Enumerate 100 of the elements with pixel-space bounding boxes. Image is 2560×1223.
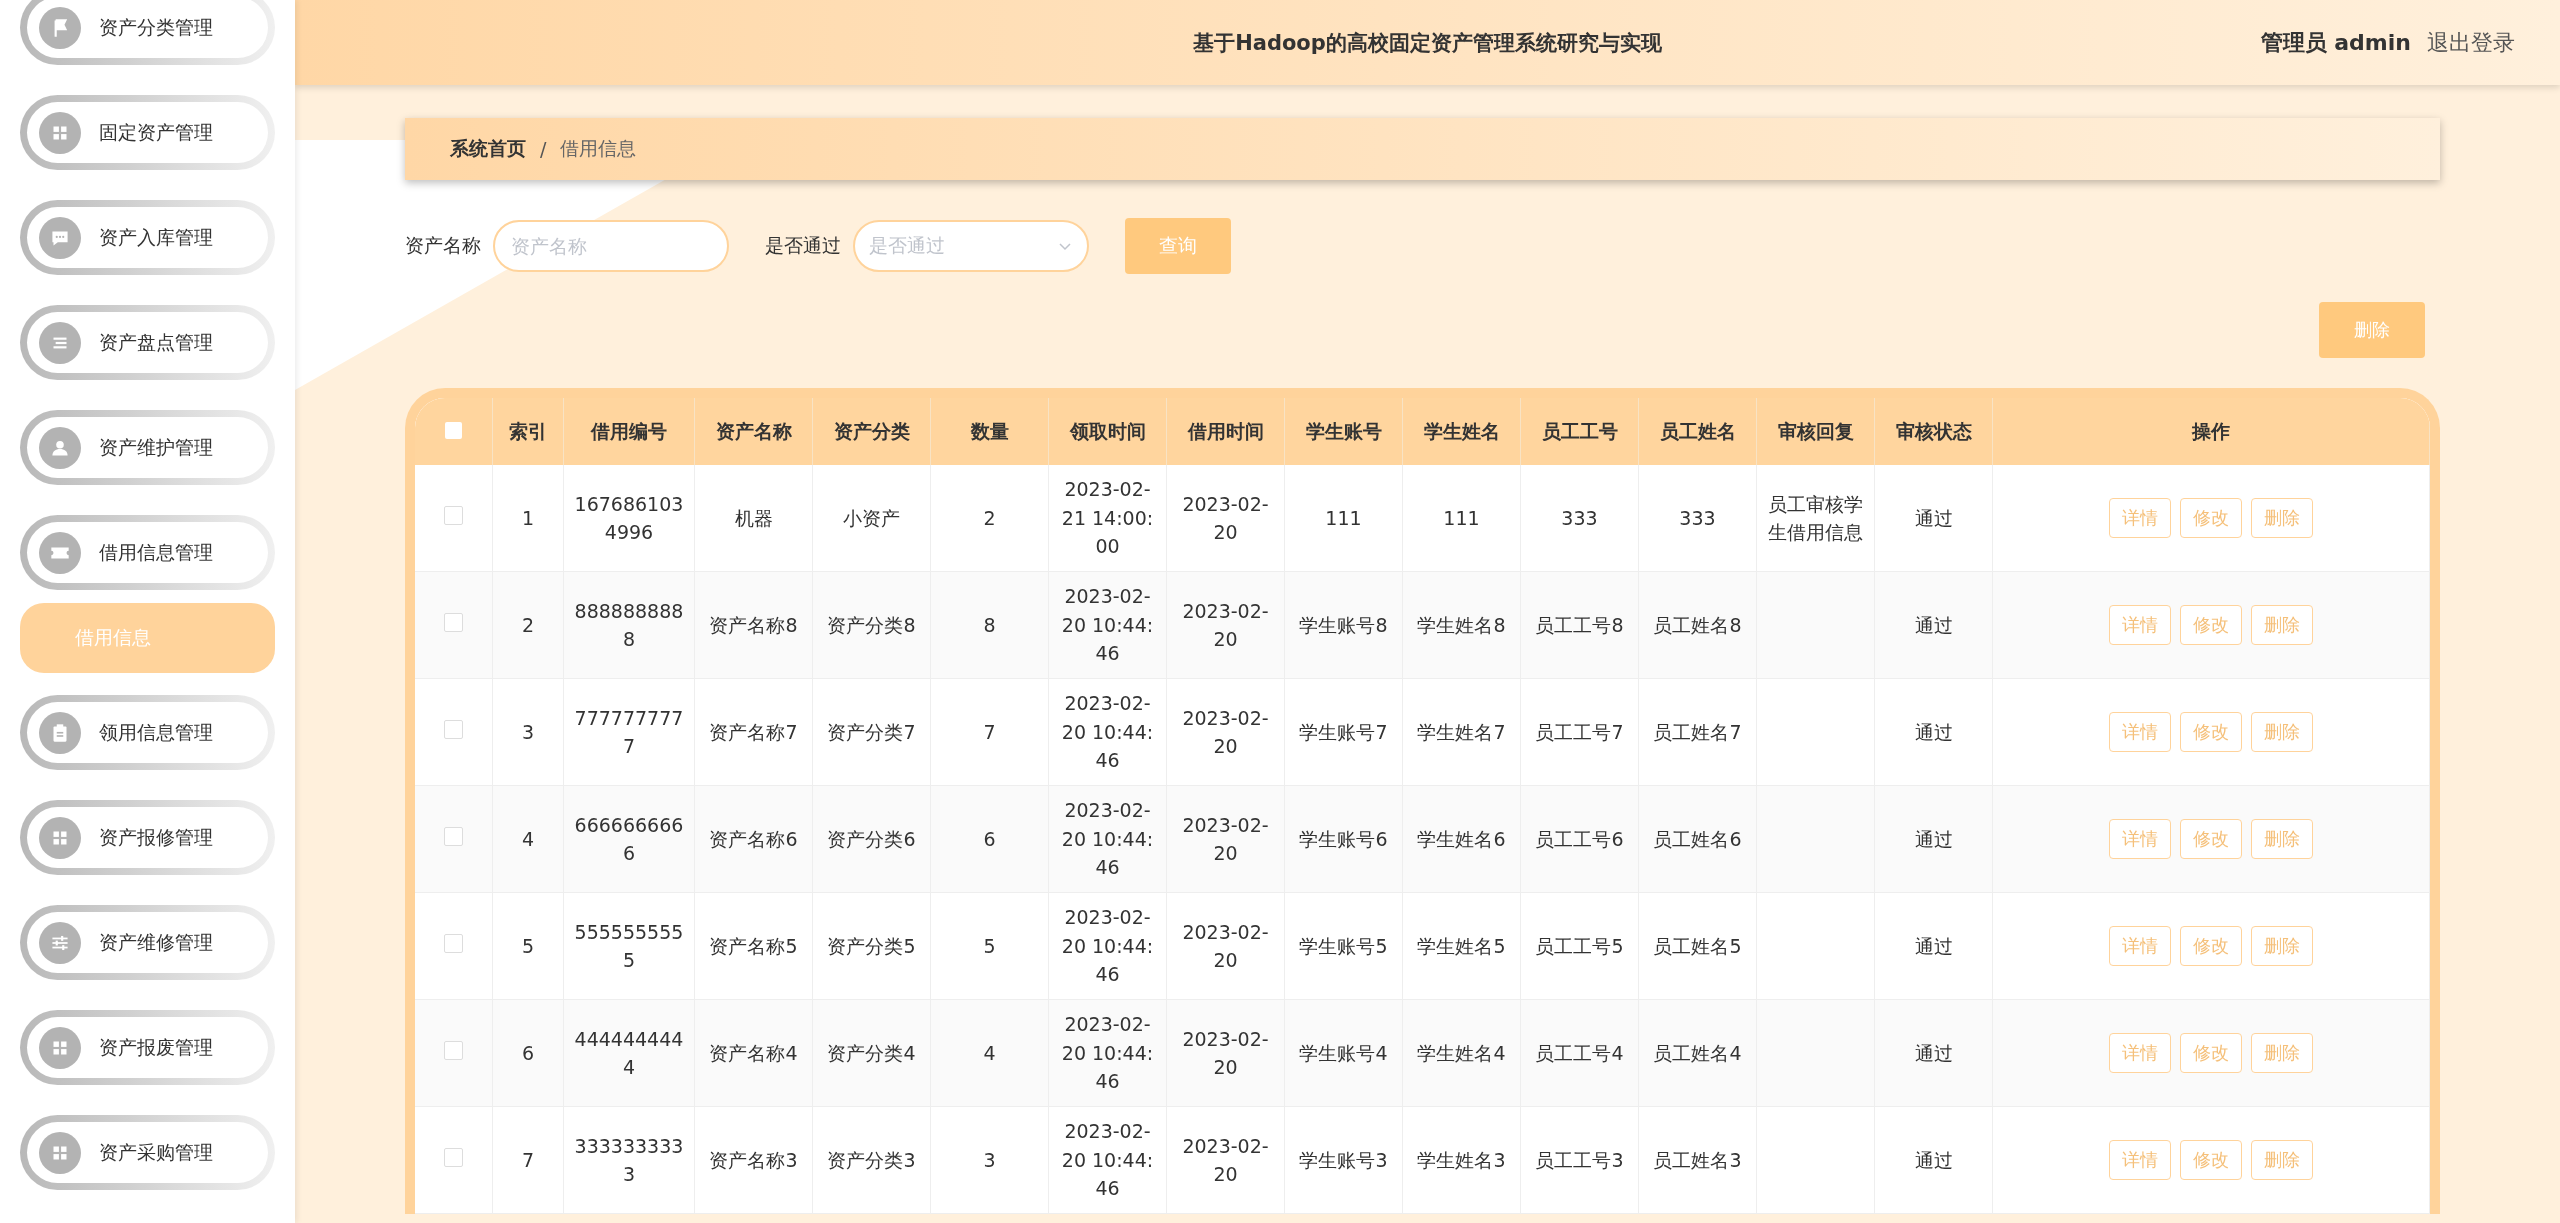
table-cell: 7 (983, 720, 996, 743)
table-cell: 2 (521, 613, 535, 636)
chat-icon (39, 216, 81, 259)
table-cell: 学生姓名4 (1417, 1041, 1506, 1064)
breadcrumb-link[interactable]: 系统首页 (450, 136, 526, 162)
table-cell: 资产名称3 (709, 1148, 798, 1171)
table-cell: 通过 (1914, 613, 1953, 636)
table-cell: 通过 (1914, 934, 1953, 957)
table-cell: 资产分类8 (827, 613, 916, 636)
flag-icon (39, 6, 81, 49)
grid-icon (39, 1131, 81, 1174)
input-field[interactable]: 资产名称 (493, 220, 729, 272)
sidebar-item[interactable]: 资产维护管理 (20, 410, 275, 485)
checkbox[interactable] (444, 933, 463, 953)
table-cell: 333 (1679, 506, 1716, 529)
action-button[interactable]: 详情 (2109, 819, 2171, 859)
sidebar-item[interactable]: 资产分类管理 (20, 0, 275, 65)
table-cell: 资产分类5 (827, 934, 916, 957)
column-header: 资产名称 (694, 398, 813, 465)
table-cell: 1676861034996 (574, 492, 684, 543)
table-cell: 通过 (1914, 720, 1953, 743)
sidebar-item[interactable]: 资产采购管理 (20, 1115, 275, 1190)
search-button[interactable]: 查询 (1125, 218, 1231, 274)
select-field[interactable]: 是否通过 (853, 220, 1089, 272)
table-cell: 学生姓名3 (1417, 1148, 1506, 1171)
column-header: 数量 (930, 398, 1049, 465)
checkbox[interactable] (444, 1040, 463, 1060)
table-cell: 学生姓名8 (1417, 613, 1506, 636)
checkbox[interactable] (444, 826, 463, 846)
action-button[interactable]: 修改 (2180, 712, 2242, 752)
action-button[interactable]: 删除 (2251, 926, 2313, 966)
sidebar-item[interactable]: 资产报废管理 (20, 1010, 275, 1085)
column-header: 学生姓名 (1402, 398, 1521, 465)
delete-button[interactable]: 删除 (2319, 302, 2425, 358)
sidebar-item[interactable]: 借用信息管理 (20, 515, 275, 590)
action-button[interactable]: 详情 (2109, 605, 2171, 645)
action-button[interactable]: 详情 (2109, 926, 2171, 966)
table-cell: 2023-02-20 10:44:46 (1061, 692, 1154, 772)
table-cell: 学生账号3 (1299, 1148, 1388, 1171)
table-cell: 8 (983, 613, 996, 636)
table-cell: 4 (983, 1041, 996, 1064)
sidebar-item[interactable]: 资产盘点管理 (20, 305, 275, 380)
checkbox[interactable] (444, 719, 463, 739)
action-button[interactable]: 删除 (2251, 1033, 2313, 1073)
logout-link[interactable]: 退出登录 (2427, 27, 2515, 58)
action-button[interactable]: 删除 (2251, 712, 2313, 752)
checkbox[interactable] (444, 612, 463, 632)
action-button[interactable]: 修改 (2180, 498, 2242, 538)
action-button[interactable]: 详情 (2109, 712, 2171, 752)
action-button[interactable]: 删除 (2251, 819, 2313, 859)
action-button[interactable]: 删除 (2251, 498, 2313, 538)
table-cell: 2023-02-21 14:00:00 (1061, 478, 1154, 558)
sidebar-item[interactable]: 资产报修管理 (20, 800, 275, 875)
table-cell: 员工工号8 (1535, 613, 1624, 636)
page-title: 基于Hadoop的高校固定资产管理系统研究与实现 (1193, 29, 1662, 57)
action-button[interactable]: 详情 (2109, 1033, 2171, 1073)
table-cell: 员工姓名5 (1653, 934, 1742, 957)
column-header: 审核回复 (1756, 398, 1875, 465)
sidebar-item[interactable]: 领用信息管理 (20, 695, 275, 770)
table-cell: 员工姓名4 (1653, 1041, 1742, 1064)
column-header: 学生账号 (1284, 398, 1403, 465)
table-cell: 学生账号7 (1299, 720, 1388, 743)
table-cell: 员工工号3 (1535, 1148, 1624, 1171)
action-button[interactable]: 删除 (2251, 1140, 2313, 1180)
table-cell: 3 (983, 1148, 996, 1171)
table-cell: 员工工号7 (1535, 720, 1624, 743)
checkbox[interactable] (445, 421, 462, 439)
table-cell: 2023-02-20 (1182, 492, 1269, 543)
table-cell: 5555555555 (574, 920, 684, 971)
action-button[interactable]: 修改 (2180, 605, 2242, 645)
table-cell: 通过 (1914, 506, 1953, 529)
table-cell: 员工姓名7 (1653, 720, 1742, 743)
table-cell: 学生账号8 (1299, 613, 1388, 636)
column-header: 借用时间 (1166, 398, 1285, 465)
sidebar-item[interactable]: 资产维修管理 (20, 905, 275, 980)
table-cell: 员工工号5 (1535, 934, 1624, 957)
table-cell: 资产分类7 (827, 720, 916, 743)
column-header: 借用编号 (563, 398, 695, 465)
action-button[interactable]: 详情 (2109, 1140, 2171, 1180)
action-button[interactable]: 修改 (2180, 819, 2242, 859)
sidebar-item[interactable]: 资产入库管理 (20, 200, 275, 275)
column-header: 索引 (492, 398, 564, 465)
sidebar-item[interactable]: 固定资产管理 (20, 95, 275, 170)
action-button[interactable]: 修改 (2180, 1140, 2242, 1180)
grid-icon (39, 816, 81, 859)
action-button[interactable]: 详情 (2109, 498, 2171, 538)
table-cell: 员工工号6 (1535, 827, 1624, 850)
table-cell: 2023-02-20 (1182, 706, 1269, 757)
table-cell: 2023-02-20 10:44:46 (1061, 906, 1154, 986)
action-button[interactable]: 修改 (2180, 1033, 2242, 1073)
action-button[interactable]: 删除 (2251, 605, 2313, 645)
table-cell: 员工姓名3 (1653, 1148, 1742, 1171)
checkbox[interactable] (444, 1147, 463, 1167)
table-cell: 机器 (734, 506, 773, 529)
checkbox[interactable] (444, 505, 463, 525)
table-cell: 3 (521, 720, 535, 743)
table-cell: 资产分类4 (827, 1041, 916, 1064)
table-cell: 8888888888 (574, 599, 684, 650)
submenu-item[interactable]: 借用信息 (20, 603, 275, 673)
action-button[interactable]: 修改 (2180, 926, 2242, 966)
